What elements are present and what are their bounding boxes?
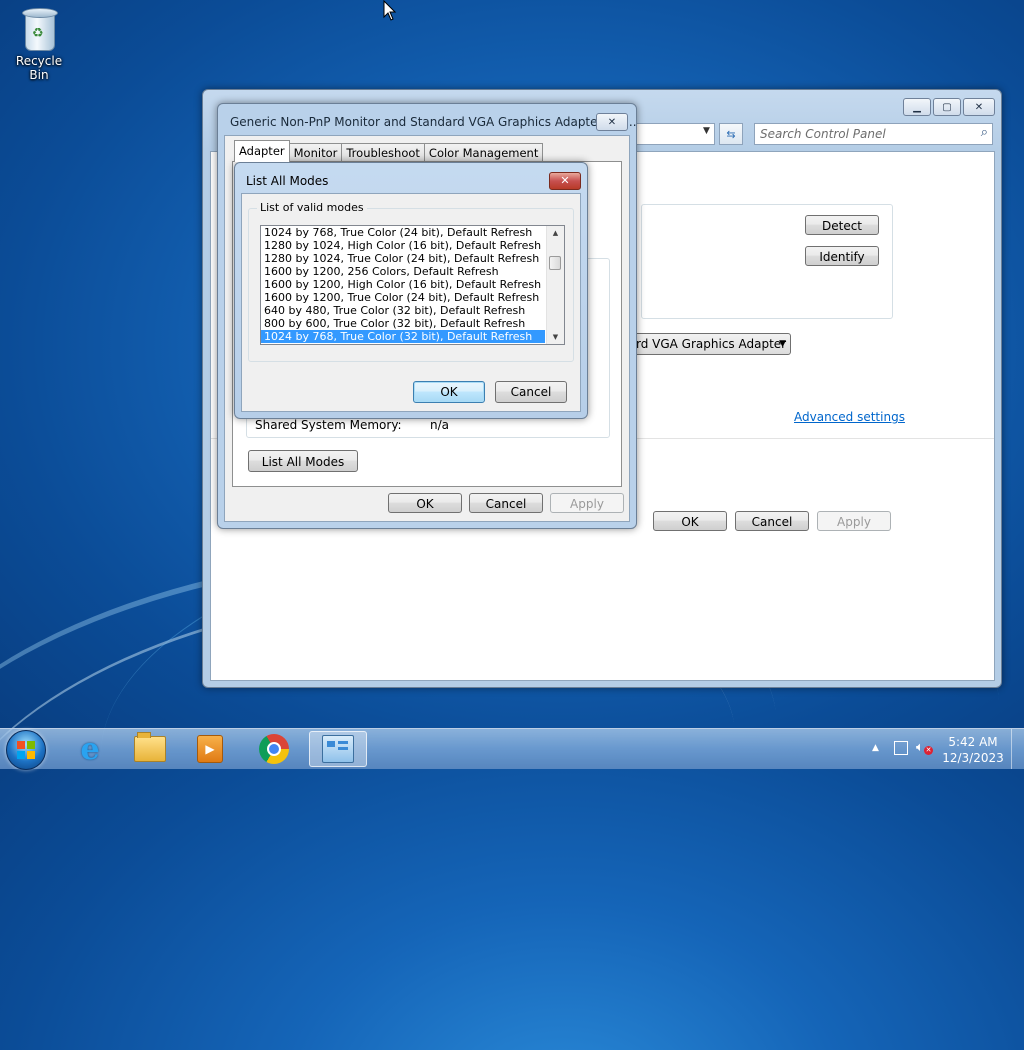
refresh-icon[interactable]: ⇆ [719, 123, 743, 145]
adapter-combo-value: rd VGA Graphics Adapter [636, 337, 787, 351]
address-dropdown-icon[interactable]: ▼ [703, 126, 710, 136]
dialog-title: List All Modes [246, 174, 329, 188]
cp-cancel-button[interactable]: Cancel [735, 511, 809, 531]
tab-troubleshoot[interactable]: Troubleshoot [341, 143, 425, 162]
search-input[interactable]: Search Control Panel ⌕ [754, 123, 993, 145]
taskbar-media-player[interactable]: ▶ [184, 731, 236, 767]
taskbar-chrome[interactable] [248, 731, 300, 767]
chrome-icon [259, 734, 289, 764]
cp-apply-button[interactable]: Apply [817, 511, 891, 531]
recycle-bin-icon: ♻ [22, 8, 58, 51]
close-button[interactable]: ✕ [596, 113, 628, 131]
list-item[interactable]: 1280 by 1024, High Color (16 bit), Defau… [261, 239, 545, 252]
modes-listbox[interactable]: 1024 by 768, True Color (24 bit), Defaul… [260, 225, 565, 345]
show-desktop-button[interactable] [1011, 729, 1024, 769]
folder-icon [134, 732, 166, 762]
scroll-up-icon[interactable]: ▲ [547, 226, 564, 240]
clock[interactable]: 5:42 AM 12/3/2023 [938, 734, 1008, 766]
tab-strip: Adapter Monitor Troubleshoot Color Manag… [234, 140, 544, 162]
windows-logo-icon [17, 741, 35, 759]
list-item[interactable]: 1024 by 768, True Color (24 bit), Defaul… [261, 226, 545, 239]
cp-ok-button[interactable]: OK [653, 511, 727, 531]
control-panel-icon [322, 735, 354, 763]
taskbar: e ▶ ▲ 🔈︎ ✕ 5:42 AM 12/3/2023 [0, 728, 1024, 770]
list-item[interactable]: 640 by 480, True Color (32 bit), Default… [261, 304, 545, 317]
props-cancel-button[interactable]: Cancel [469, 493, 543, 513]
caption-buttons: ▁ ▢ ✕ [903, 98, 995, 116]
network-icon[interactable] [894, 741, 908, 755]
volume-icon[interactable]: 🔈︎ [916, 740, 924, 755]
list-item[interactable]: 1600 by 1200, High Color (16 bit), Defau… [261, 278, 545, 291]
scroll-down-icon[interactable]: ▼ [547, 330, 564, 344]
detect-button[interactable]: Detect [805, 215, 879, 235]
modes-ok-button[interactable]: OK [413, 381, 485, 403]
list-item[interactable]: 1600 by 1200, True Color (24 bit), Defau… [261, 291, 545, 304]
props-apply-button[interactable]: Apply [550, 493, 624, 513]
list-item[interactable]: 1280 by 1024, True Color (24 bit), Defau… [261, 252, 545, 265]
valid-modes-label: List of valid modes [257, 201, 367, 214]
tab-adapter[interactable]: Adapter [234, 140, 290, 162]
identify-button[interactable]: Identify [805, 246, 879, 266]
search-placeholder: Search Control Panel [760, 127, 886, 141]
search-icon[interactable]: ⌕ [981, 125, 988, 140]
recycle-bin-label: Recycle Bin [15, 54, 63, 82]
tab-monitor[interactable]: Monitor [288, 143, 343, 162]
close-button[interactable]: ✕ [549, 172, 581, 190]
internet-explorer-icon: e [80, 731, 100, 767]
clock-time: 5:42 AM [948, 735, 998, 749]
start-button[interactable] [6, 730, 46, 770]
maximize-button[interactable]: ▢ [933, 98, 961, 116]
advanced-settings-link[interactable]: Advanced settings [794, 410, 905, 424]
close-button[interactable]: ✕ [963, 98, 995, 116]
scroll-thumb[interactable] [549, 256, 561, 270]
list-item[interactable]: 1024 by 768, True Color (32 bit), Defaul… [261, 330, 545, 343]
valid-modes-group: List of valid modes 1024 by 768, True Co… [248, 201, 574, 362]
show-hidden-icons-icon[interactable]: ▲ [872, 743, 879, 753]
minimize-button[interactable]: ▁ [903, 98, 931, 116]
list-all-modes-button[interactable]: List All Modes [248, 450, 358, 472]
clock-date: 12/3/2023 [942, 751, 1004, 765]
modes-cancel-button[interactable]: Cancel [495, 381, 567, 403]
list-item[interactable]: 1600 by 1200, 256 Colors, Default Refres… [261, 265, 545, 278]
list-item[interactable]: 800 by 600, True Color (32 bit), Default… [261, 317, 545, 330]
muted-icon: ✕ [924, 746, 933, 755]
vertical-scrollbar[interactable]: ▲ ▼ [546, 226, 564, 344]
props-ok-button[interactable]: OK [388, 493, 462, 513]
recycle-bin-shortcut[interactable]: ♻ Recycle Bin [6, 6, 72, 82]
taskbar-control-panel[interactable] [309, 731, 367, 767]
dialog-body: List of valid modes 1024 by 768, True Co… [241, 193, 581, 412]
media-player-icon: ▶ [197, 735, 223, 763]
taskbar-internet-explorer[interactable]: e [64, 731, 116, 767]
taskbar-windows-explorer[interactable] [124, 731, 176, 767]
chevron-down-icon: ▼ [779, 339, 786, 349]
tab-color-management[interactable]: Color Management [423, 143, 544, 162]
dialog-title: Generic Non-PnP Monitor and Standard VGA… [230, 115, 637, 129]
shared-memory-label: Shared System Memory: [255, 418, 402, 432]
adapter-combo[interactable]: rd VGA Graphics Adapter ▼ [631, 333, 791, 355]
list-all-modes-dialog[interactable]: List All Modes ✕ List of valid modes 102… [234, 162, 588, 419]
shared-memory-value: n/a [430, 418, 450, 432]
